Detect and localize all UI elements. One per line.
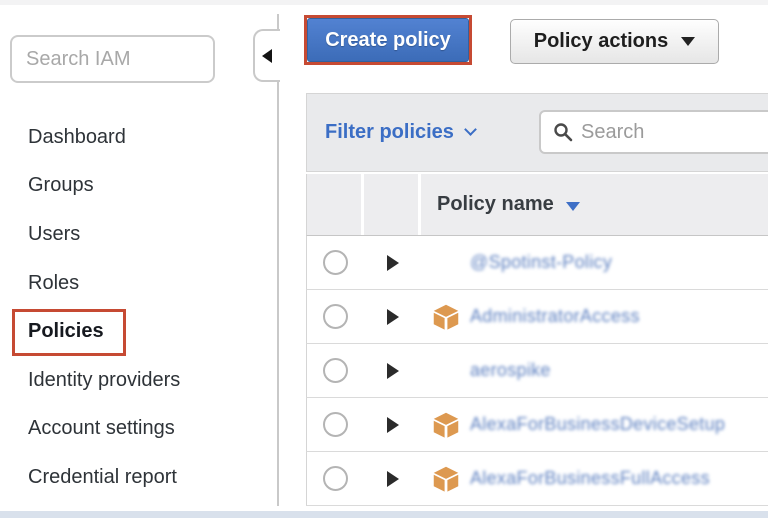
policy-actions-label: Policy actions [534,30,669,53]
filter-policies-dropdown[interactable]: Filter policies [325,121,475,144]
policy-name-link[interactable]: @Spotinst-Policy [470,252,612,273]
filter-bar: Filter policies [306,93,768,172]
expand-row-icon[interactable] [387,309,399,325]
collapse-left-arrow-icon [262,49,272,63]
aws-managed-policy-cube-icon [432,303,460,331]
policy-icon-spacer [432,357,460,385]
policy-icon-spacer [432,249,460,277]
policies-panel: Filter policies Policy name [306,93,768,506]
sidebar-item-dashboard[interactable]: Dashboard [0,113,276,162]
table-row: AdministratorAccess [306,290,768,344]
row-radio-button[interactable] [323,466,348,491]
iam-policies-page: Dashboard Groups Users Roles Policies Id… [0,0,768,518]
sort-desc-icon [566,202,580,211]
search-icon [553,122,573,142]
sidebar-nav: Dashboard Groups Users Roles Policies Id… [0,113,276,502]
bottom-edge [0,511,768,518]
chevron-down-icon [681,37,695,46]
expand-row-icon[interactable] [387,255,399,271]
table-header-row: Policy name [306,174,768,236]
sidebar-item-identity-providers[interactable]: Identity providers [0,356,276,405]
sidebar-item-credential-report[interactable]: Credential report [0,453,276,502]
aws-managed-policy-cube-icon [432,411,460,439]
row-radio-button[interactable] [323,412,348,437]
aws-managed-policy-cube-icon [432,465,460,493]
policy-name-link[interactable]: aerospike [470,360,551,381]
filter-policies-label: Filter policies [325,121,454,144]
expand-row-icon[interactable] [387,471,399,487]
sidebar-collapse-toggle[interactable] [253,29,280,82]
header-select-column [307,174,361,235]
row-radio-button[interactable] [323,358,348,383]
sidebar-item-groups[interactable]: Groups [0,162,276,211]
row-radio-button[interactable] [323,304,348,329]
policy-name-sort-header[interactable]: Policy name [421,174,768,235]
sidebar-item-policies[interactable]: Policies [0,307,276,356]
create-policy-button[interactable]: Create policy [307,18,469,62]
policy-search-box [539,110,768,154]
chevron-down-icon [464,123,477,136]
table-row: @Spotinst-Policy [306,236,768,290]
header-expand-column [364,174,418,235]
table-row: AlexaForBusinessFullAccess [306,452,768,506]
search-iam-input[interactable] [10,35,215,83]
policy-name-header-label: Policy name [437,193,554,216]
sidebar-item-account-settings[interactable]: Account settings [0,405,276,454]
table-row: aerospike [306,344,768,398]
policy-name-link[interactable]: AlexaForBusinessDeviceSetup [470,414,725,435]
sidebar-divider [277,14,279,506]
sidebar-item-roles[interactable]: Roles [0,259,276,308]
expand-row-icon[interactable] [387,417,399,433]
policy-name-link[interactable]: AdministratorAccess [470,306,640,327]
row-radio-button[interactable] [323,250,348,275]
top-edge [0,0,768,5]
expand-row-icon[interactable] [387,363,399,379]
policy-search-input[interactable] [581,121,768,144]
table-row: AlexaForBusinessDeviceSetup [306,398,768,452]
policy-actions-button[interactable]: Policy actions [510,19,719,64]
policy-name-link[interactable]: AlexaForBusinessFullAccess [470,468,710,489]
sidebar-item-users[interactable]: Users [0,210,276,259]
create-policy-annotation-box: Create policy [304,15,472,65]
